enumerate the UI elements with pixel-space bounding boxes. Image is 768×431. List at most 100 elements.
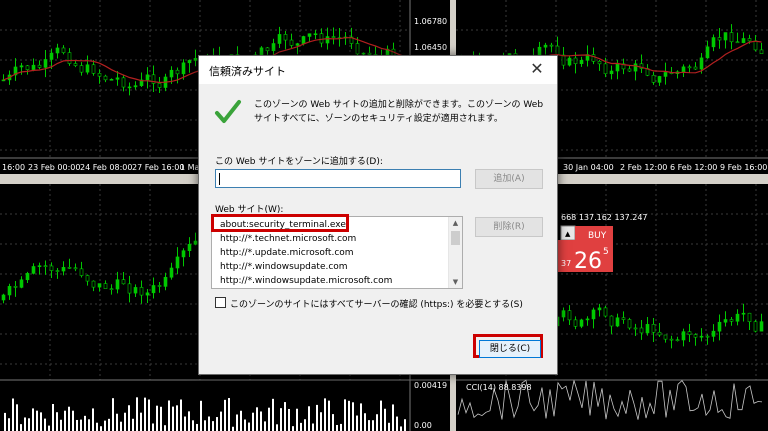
candle xyxy=(145,292,150,296)
candle xyxy=(55,47,60,54)
candle xyxy=(193,58,198,61)
scroll-thumb[interactable] xyxy=(451,231,460,245)
close-icon[interactable]: ✕ xyxy=(527,58,547,80)
histogram-bar xyxy=(140,412,142,431)
scroll-down-icon[interactable]: ▼ xyxy=(449,276,462,288)
candle xyxy=(597,61,602,65)
candle xyxy=(109,78,114,81)
add-site-input[interactable] xyxy=(215,169,461,188)
candle xyxy=(663,334,668,340)
candle xyxy=(13,286,18,288)
candle xyxy=(603,63,608,75)
histogram-bar xyxy=(28,418,30,431)
histogram-bar xyxy=(376,414,378,431)
histogram-bar xyxy=(40,412,42,431)
list-item[interactable]: http://*.update.microsoft.com xyxy=(220,248,354,258)
histogram-bar xyxy=(188,411,190,431)
candle xyxy=(103,283,108,289)
histogram-bar xyxy=(324,398,326,431)
candle xyxy=(79,65,84,73)
candle xyxy=(741,312,746,315)
histogram-bar xyxy=(264,421,266,431)
candle xyxy=(25,273,30,281)
candle xyxy=(609,315,614,327)
histogram-bar xyxy=(388,422,390,431)
list-item[interactable]: http://*.windowsupdate.microsoft.com xyxy=(220,276,392,286)
histogram-bar xyxy=(216,417,218,431)
scroll-up-icon[interactable]: ▲ xyxy=(449,217,462,229)
time-axis-label: 16:00 xyxy=(2,163,25,172)
list-item[interactable]: http://*.technet.microsoft.com xyxy=(220,234,356,244)
candle xyxy=(579,60,584,64)
candle xyxy=(735,41,740,44)
candle xyxy=(133,85,138,88)
candle xyxy=(723,32,728,41)
list-scrollbar[interactable]: ▲ ▼ xyxy=(448,217,462,288)
candle xyxy=(313,33,318,36)
candle xyxy=(157,285,162,287)
histogram-bar xyxy=(280,408,282,431)
price-big: 26 xyxy=(574,249,602,274)
histogram-bar xyxy=(24,417,26,431)
candle xyxy=(651,324,656,333)
candle xyxy=(151,285,156,294)
candle xyxy=(169,267,174,278)
checkmark-icon xyxy=(215,100,241,123)
candle xyxy=(705,46,710,59)
histogram-bar xyxy=(392,404,394,431)
close-button[interactable]: 閉じる(C) xyxy=(479,340,541,358)
list-item[interactable]: http://*.windowsupdate.com xyxy=(220,262,348,272)
histogram-bar xyxy=(232,426,234,431)
candle xyxy=(711,330,716,337)
histogram-bar xyxy=(248,422,250,431)
candle xyxy=(277,34,282,44)
histogram-bar xyxy=(336,424,338,431)
candle xyxy=(283,34,288,41)
candle xyxy=(175,256,180,269)
candle xyxy=(19,279,24,288)
candle xyxy=(645,324,650,334)
time-axis-label: 23 Feb 00:00 xyxy=(28,163,80,172)
histogram-bar xyxy=(168,400,170,431)
candle xyxy=(133,287,138,294)
candle xyxy=(633,63,638,72)
https-checkbox[interactable] xyxy=(215,297,226,308)
candle xyxy=(109,288,114,290)
histogram-bar xyxy=(228,398,230,431)
histogram-bar xyxy=(160,406,162,431)
histogram-bar xyxy=(220,411,222,431)
candle xyxy=(37,265,42,268)
candle xyxy=(705,335,710,338)
histogram-bar xyxy=(328,400,330,431)
candle xyxy=(603,307,608,317)
histogram-bar xyxy=(88,419,90,431)
candle xyxy=(289,39,294,46)
histogram-bar xyxy=(12,398,14,431)
remove-button[interactable]: 削除(R) xyxy=(475,217,543,237)
histogram-bar xyxy=(396,416,398,431)
candle xyxy=(675,339,680,342)
cci-label: CCI(14) 88.8398 xyxy=(466,383,532,392)
dialog-titlebar[interactable]: 信頼済みサイト ✕ xyxy=(199,56,557,84)
candle xyxy=(717,321,722,332)
candle xyxy=(543,44,548,48)
histogram-bar xyxy=(332,414,334,431)
candle xyxy=(561,54,566,66)
https-checkbox-label[interactable]: このゾーンのサイトにはすべてサーバーの確認 (https:) を必要とする(S) xyxy=(230,297,523,310)
histogram-bar xyxy=(276,424,278,431)
histogram-bar xyxy=(164,425,166,431)
time-axis-label: 9 Feb 16:00 xyxy=(720,163,767,172)
candle xyxy=(127,86,132,89)
histogram-bar xyxy=(352,402,354,431)
histogram-bar xyxy=(236,414,238,431)
candle xyxy=(615,317,620,327)
candle xyxy=(573,57,578,64)
add-button[interactable]: 追加(A) xyxy=(475,169,543,189)
candle xyxy=(31,64,36,70)
candle xyxy=(187,244,192,252)
indicator-value: 0.00 xyxy=(414,421,432,430)
indicator-value: 0.00419 xyxy=(414,381,447,390)
histogram-bar xyxy=(184,416,186,431)
candle xyxy=(669,338,674,341)
histogram-bar xyxy=(284,402,286,431)
